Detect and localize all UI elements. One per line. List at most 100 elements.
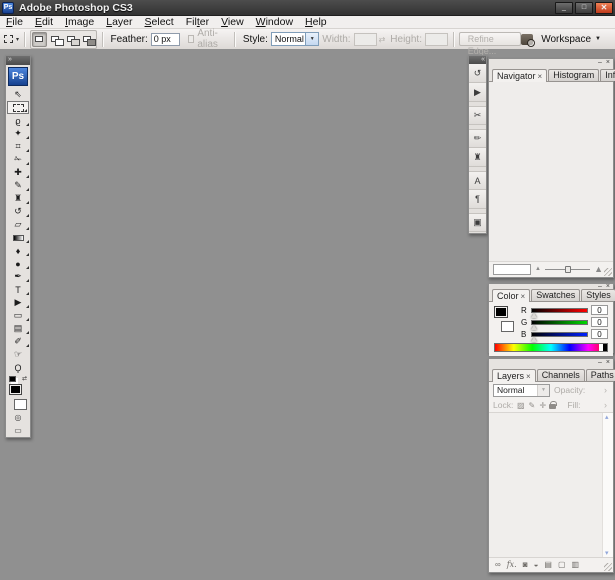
tab-close-icon[interactable]: ×	[521, 291, 526, 302]
link-layers-icon[interactable]: ∞	[495, 559, 501, 571]
layer-style-icon[interactable]: fx.	[507, 559, 517, 571]
channel-value-input[interactable]: 0	[591, 305, 608, 315]
tab-close-icon[interactable]: ×	[538, 71, 543, 82]
channel-value-input[interactable]: 0	[591, 329, 608, 339]
new-layer-icon[interactable]: ▢	[558, 559, 566, 571]
foreground-color-swatch[interactable]	[9, 384, 22, 395]
blend-mode-select[interactable]: Normal ▼	[493, 384, 550, 397]
zoom-out-icon[interactable]: ▲	[535, 266, 541, 272]
zoom-slider-thumb[interactable]	[565, 266, 571, 273]
resize-grip[interactable]	[604, 268, 612, 276]
eraser-tool[interactable]: ▱	[6, 218, 30, 231]
menu-view[interactable]: View	[215, 16, 250, 29]
brush-tool[interactable]: ✎	[6, 179, 30, 192]
tab-styles[interactable]: Styles	[581, 289, 615, 301]
menu-filter[interactable]: Filter	[180, 16, 215, 29]
quick-selection-tool[interactable]: ✦	[6, 127, 30, 140]
new-selection-button[interactable]	[32, 32, 47, 47]
add-to-selection-button[interactable]	[48, 32, 63, 47]
tab-color[interactable]: Color×	[492, 289, 530, 302]
scrollbar[interactable]: ▴ ▾	[602, 413, 613, 557]
panel-close-icon[interactable]: ×	[606, 360, 610, 365]
zoom-percent-input[interactable]	[493, 264, 531, 275]
rectangular-marquee-tool[interactable]	[7, 101, 29, 114]
intersect-selection-button[interactable]	[80, 32, 95, 47]
tab-histogram[interactable]: Histogram	[548, 69, 599, 81]
dock-collapse-header[interactable]: «	[469, 56, 486, 64]
menu-select[interactable]: Select	[139, 16, 180, 29]
layer-comps-icon[interactable]: ▣	[469, 213, 486, 232]
tab-close-icon[interactable]: ×	[526, 371, 531, 382]
dodge-tool[interactable]: ●	[6, 257, 30, 270]
tool-preset-arrow-icon[interactable]: ▾	[16, 36, 19, 43]
menu-image[interactable]: Image	[59, 16, 100, 29]
channel-value-input[interactable]: 0	[591, 317, 608, 327]
feather-input[interactable]: 0 px	[151, 33, 180, 46]
style-select[interactable]: Normal ▼	[271, 32, 319, 46]
slice-tool[interactable]: ✁	[6, 153, 30, 166]
scroll-down-icon[interactable]: ▾	[605, 549, 609, 557]
clone-stamp-tool[interactable]: ♜	[6, 192, 30, 205]
hand-tool[interactable]: ☞	[6, 348, 30, 361]
channel-slider[interactable]	[531, 320, 588, 325]
tool-presets-icon[interactable]: ✂	[469, 106, 486, 125]
default-colors-icon[interactable]	[9, 376, 16, 382]
screen-mode-button[interactable]: ▭	[6, 424, 30, 437]
lasso-tool[interactable]: ϱ	[6, 114, 30, 127]
panel-minimize-icon[interactable]: ‒	[598, 360, 602, 365]
foreground-color-swatch[interactable]	[494, 306, 508, 318]
chevron-down-icon[interactable]: ▼	[537, 385, 549, 396]
history-icon[interactable]: ↺	[469, 64, 486, 83]
resize-grip[interactable]	[604, 563, 612, 571]
panel-minimize-icon[interactable]: ‒	[598, 60, 602, 65]
channel-slider[interactable]	[531, 332, 588, 337]
tab-layers[interactable]: Layers×	[492, 369, 536, 382]
crop-tool[interactable]: ⌗	[6, 140, 30, 153]
new-group-icon[interactable]: ▤	[544, 559, 552, 571]
clone-source-icon[interactable]: ♜	[469, 148, 486, 167]
path-selection-tool[interactable]: ▶	[6, 296, 30, 309]
scroll-up-icon[interactable]: ▴	[605, 413, 609, 421]
add-layer-mask-icon[interactable]: ◙	[523, 559, 528, 571]
subtract-from-selection-button[interactable]	[64, 32, 79, 47]
adjustment-layer-icon[interactable]: ◒	[534, 559, 539, 571]
menu-file[interactable]: File	[0, 16, 29, 29]
channel-slider-thumb[interactable]	[531, 325, 537, 330]
background-color-swatch[interactable]	[501, 321, 514, 332]
pen-tool[interactable]: ✒	[6, 270, 30, 283]
zoom-tool[interactable]: Ϙ	[6, 361, 30, 374]
brushes-icon[interactable]: ✏	[469, 129, 486, 148]
zoom-in-icon[interactable]: ▲	[594, 264, 603, 274]
tab-paths[interactable]: Paths	[586, 369, 615, 381]
swap-colors-icon[interactable]: ⇄	[22, 375, 27, 382]
healing-brush-tool[interactable]: ✚	[6, 166, 30, 179]
tab-channels[interactable]: Channels	[537, 369, 585, 381]
menu-window[interactable]: Window	[250, 16, 299, 29]
tab-navigator[interactable]: Navigator×	[492, 69, 547, 82]
combo-arrow-icon[interactable]: ▼	[305, 33, 318, 45]
menu-edit[interactable]: Edit	[29, 16, 59, 29]
menu-layer[interactable]: Layer	[100, 16, 138, 29]
history-brush-tool[interactable]: ↺	[6, 205, 30, 218]
toolbox-drag-header[interactable]: »	[6, 56, 30, 65]
gradient-tool[interactable]	[6, 231, 30, 244]
channel-slider-thumb[interactable]	[531, 313, 537, 318]
zoom-slider[interactable]	[545, 265, 590, 274]
notes-tool[interactable]: ▤	[6, 322, 30, 335]
delete-layer-icon[interactable]: ▥	[572, 559, 580, 571]
paragraph-icon[interactable]: ¶	[469, 190, 486, 209]
blur-tool[interactable]: ♦	[6, 244, 30, 257]
panel-close-icon[interactable]: ×	[606, 60, 610, 65]
eyedropper-tool[interactable]: ✐	[6, 335, 30, 348]
background-color-swatch[interactable]	[14, 399, 27, 410]
character-icon[interactable]: A	[469, 171, 486, 190]
tab-swatches[interactable]: Swatches	[531, 289, 580, 301]
color-spectrum-ramp[interactable]	[494, 343, 608, 352]
menu-help[interactable]: Help	[299, 16, 333, 29]
channel-slider[interactable]	[531, 308, 588, 313]
actions-icon[interactable]: ▶	[469, 83, 486, 102]
app-icon[interactable]: Ps	[2, 2, 14, 14]
type-tool[interactable]: T	[6, 283, 30, 296]
rectangle-tool[interactable]: ▭	[6, 309, 30, 322]
tool-preset-icon[interactable]	[4, 35, 13, 43]
